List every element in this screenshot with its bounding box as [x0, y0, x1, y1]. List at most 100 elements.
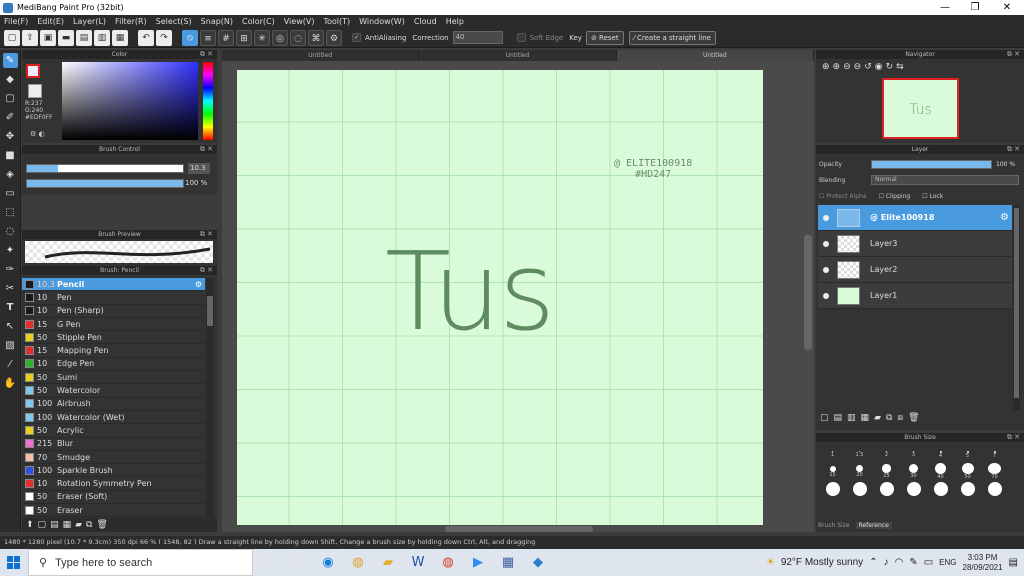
brush-size-cell[interactable]: 1 — [819, 446, 846, 463]
rotate-reset-icon[interactable]: ◉ — [875, 62, 883, 72]
file-explorer-icon[interactable]: ▰ — [373, 549, 403, 576]
shape-tool-icon[interactable]: ■ — [3, 148, 18, 163]
brush-opacity-slider[interactable] — [26, 179, 184, 188]
edge-icon[interactable]: ◉ — [313, 549, 343, 576]
rotate-left-icon[interactable]: ↺ — [864, 62, 872, 72]
menu-view[interactable]: View(V) — [284, 17, 315, 26]
menu-layer[interactable]: Layer(L) — [73, 17, 106, 26]
correction-select[interactable]: 40 — [452, 31, 503, 44]
language-indicator[interactable]: ENG — [939, 558, 956, 567]
straight-line-button[interactable]: ⁄ Create a straight line — [628, 30, 716, 45]
duplicate-layer-icon[interactable]: ⧉ — [886, 413, 892, 423]
layer-opacity-slider[interactable] — [871, 160, 992, 169]
menu-color[interactable]: Color(C) — [242, 17, 275, 26]
brush-item-pen-sharp-[interactable]: 10 Pen (Sharp) — [22, 305, 205, 318]
layer-row-layer2[interactable]: Layer2 — [818, 257, 1012, 283]
eyedropper-icon[interactable]: ⁄ — [3, 357, 18, 372]
layer-list-scrollbar[interactable] — [1013, 205, 1020, 410]
brush-size-cell[interactable] — [954, 480, 981, 497]
color-saturation-field[interactable] — [62, 62, 198, 140]
brush-item-acrylic[interactable]: 50 Acrylic — [22, 424, 205, 438]
brush-item-smudge[interactable]: 70 Smudge — [22, 451, 205, 465]
perspective-snap-icon[interactable]: ⌘ — [308, 29, 324, 46]
tab-untitled-3[interactable]: Untitled — [616, 50, 814, 61]
cross-snap-icon[interactable]: ⊞ — [236, 29, 252, 46]
brush-size-value[interactable]: 10.3 — [188, 163, 210, 174]
brush-item-edge-pen[interactable]: 10 Edge Pen — [22, 358, 205, 372]
minimize-button[interactable]: — — [930, 0, 960, 15]
zoom-fit-icon[interactable]: ⊖ — [843, 62, 851, 72]
layer-folder-icon[interactable]: ▰ — [874, 413, 881, 423]
background-color-swatch[interactable] — [28, 84, 42, 98]
add-layer-menu-icon[interactable]: ▦ — [861, 413, 870, 423]
pen-icon[interactable]: ✎ — [909, 557, 917, 568]
save-as-icon[interactable]: ▤ — [76, 29, 92, 46]
brush-size-cell[interactable]: 70 — [981, 463, 1008, 480]
brush-item-airbrush[interactable]: 100 Airbrush — [22, 398, 205, 411]
chrome-profile-icon[interactable]: ◍ — [433, 549, 463, 576]
select-tool-icon[interactable]: ⬚ — [3, 205, 18, 220]
menu-window[interactable]: Window(W) — [359, 17, 405, 26]
cortana-icon[interactable]: ○ — [253, 549, 283, 576]
snap-settings-icon[interactable]: ⚙ — [326, 29, 342, 46]
brush-list-scrollbar[interactable] — [206, 278, 214, 518]
soft-edge-checkbox[interactable] — [516, 33, 526, 42]
clock[interactable]: 3:03 PM 28/09/2021 — [963, 553, 1003, 573]
weather-text[interactable]: 92°F Mostly sunny — [781, 557, 863, 568]
network-icon[interactable]: ◠ — [895, 557, 904, 568]
divide-tool-icon[interactable]: ▧ — [3, 338, 18, 353]
zoom-app-icon[interactable]: ▶ — [463, 549, 493, 576]
clipping-checkbox[interactable]: ☐ Clipping — [878, 193, 910, 200]
export-icon[interactable]: ▥ — [94, 29, 110, 46]
visibility-eye-icon[interactable] — [823, 292, 829, 299]
new-brush-icon[interactable]: ▢ — [38, 520, 47, 530]
brush-folder-icon[interactable]: ▰ — [75, 520, 82, 530]
curve-snap-icon[interactable]: ◌ — [290, 29, 306, 46]
taskbar-search[interactable]: ⚲ Type here to search — [28, 549, 253, 576]
menu-tool[interactable]: Tool(T) — [323, 17, 350, 26]
radial-snap-icon[interactable]: ✳ — [254, 29, 270, 46]
brush-size-cell[interactable]: 2 — [873, 446, 900, 463]
tray-chevron-icon[interactable]: ⌃ — [869, 557, 877, 568]
menu-filter[interactable]: Filter(R) — [115, 17, 147, 26]
color-mode-icons[interactable]: ⚙ ◐ — [30, 130, 45, 138]
visibility-eye-icon[interactable] — [823, 214, 829, 221]
brush-size-cell[interactable] — [873, 480, 900, 497]
deselect-icon[interactable]: ▦ — [112, 29, 128, 46]
flip-icon[interactable]: ⇆ — [896, 62, 904, 72]
brush-size-cell[interactable]: 30 — [900, 463, 927, 480]
brush-item-eraser[interactable]: 50 Eraser — [22, 504, 205, 518]
parallel-snap-icon[interactable]: ≡ — [200, 29, 216, 46]
layer-settings-icon[interactable]: ⚙ — [1000, 212, 1009, 223]
brush-size-cell[interactable]: 1.5 — [846, 446, 873, 463]
reset-button[interactable]: ⊘ Reset — [585, 30, 624, 45]
merge-layer-icon[interactable]: ⧈ — [897, 413, 903, 423]
brush-size-cell[interactable]: 3 — [900, 446, 927, 463]
visibility-eye-icon[interactable] — [823, 240, 829, 247]
brush-size-cell[interactable] — [846, 480, 873, 497]
brush-item-watercolor[interactable]: 50 Watercolor — [22, 384, 205, 398]
brush-duplicate-icon[interactable]: ⧉ — [86, 520, 92, 530]
brush-item-stipple-pen[interactable]: 50 Stipple Pen — [22, 331, 205, 345]
hand-tool-icon[interactable]: ✋ — [3, 376, 18, 391]
gradient-tool-icon[interactable]: ▭ — [3, 186, 18, 201]
chrome-icon[interactable]: ◍ — [343, 549, 373, 576]
drawing-canvas[interactable]: @ ELITE100918 #HD247 Tus — [237, 70, 763, 525]
brush-size-cell[interactable] — [900, 480, 927, 497]
medibang-icon[interactable]: ◆ — [523, 549, 553, 576]
delete-layer-icon[interactable]: 🗑 — [908, 413, 919, 423]
menu-edit[interactable]: Edit(E) — [37, 17, 64, 26]
brush-size-slider[interactable] — [26, 164, 184, 173]
zoom-actual-icon[interactable]: ⊖ — [854, 62, 862, 72]
notifications-icon[interactable]: ▤ — [1009, 557, 1018, 568]
brush-size-cell[interactable]: 5 — [954, 446, 981, 463]
brush-size-cell[interactable]: 50 — [954, 463, 981, 480]
redo-icon[interactable]: ↷ — [156, 29, 172, 46]
brush-item-pencil[interactable]: 10.3 Pencil ⚙ — [22, 278, 205, 292]
tab-untitled-1[interactable]: Untitled — [222, 50, 420, 61]
snap-off-icon[interactable]: ⦸ — [182, 29, 198, 46]
move-tool-icon[interactable]: ✥ — [3, 129, 18, 144]
brush-delete-icon[interactable]: 🗑 — [96, 520, 107, 530]
fill-tool-icon[interactable]: ◈ — [3, 167, 18, 182]
menu-help[interactable]: Help — [446, 17, 464, 26]
